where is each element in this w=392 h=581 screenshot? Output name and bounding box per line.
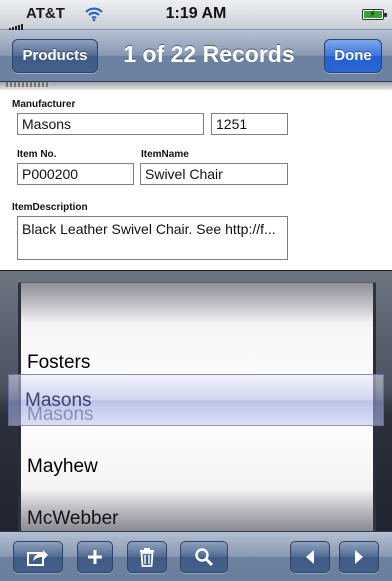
- delete-button[interactable]: [127, 541, 167, 573]
- next-icon: [355, 550, 363, 564]
- search-button[interactable]: [180, 541, 228, 573]
- previous-icon: [306, 550, 314, 564]
- manufacturer-id-field[interactable]: 1251: [211, 113, 288, 135]
- item-description-label: ItemDescription: [12, 202, 88, 213]
- record-form: Manufacturer Masons 1251 Item No. P00020…: [0, 90, 392, 270]
- add-button[interactable]: [77, 541, 113, 573]
- picker-option[interactable]: Mayhew: [21, 441, 373, 493]
- status-bar: AT&T 1:19 AM ⚡: [0, 0, 392, 31]
- next-button[interactable]: [339, 541, 379, 573]
- item-name-field[interactable]: Swivel Chair: [140, 163, 288, 185]
- products-back-button[interactable]: Products: [12, 39, 98, 73]
- picker-option[interactable]: McWebber: [21, 493, 373, 532]
- battery-icon: ⚡: [362, 9, 387, 20]
- status-time: 1:19 AM: [165, 5, 227, 22]
- manufacturer-label: Manufacturer: [12, 99, 76, 110]
- search-icon: [195, 548, 214, 567]
- previous-button[interactable]: [290, 541, 330, 573]
- add-icon: [88, 550, 102, 564]
- picker-selected-value: Masons: [25, 390, 92, 411]
- picker-selection-indicator: Masons: [8, 374, 384, 426]
- trash-icon: [140, 548, 154, 567]
- item-description-field[interactable]: Black Leather Swivel Chair. See http://f…: [17, 216, 288, 260]
- header-texture: [6, 82, 50, 87]
- page-title: 1 of 22 Records: [123, 41, 295, 67]
- manufacturer-field[interactable]: Masons: [17, 113, 204, 135]
- bottom-toolbar: [0, 531, 392, 581]
- item-no-field[interactable]: P000200: [17, 163, 134, 185]
- item-no-label: Item No.: [17, 149, 57, 160]
- done-button[interactable]: Done: [324, 39, 382, 73]
- navigation-bar: Products 1 of 22 Records Done: [0, 30, 392, 82]
- item-name-label: ItemName: [141, 149, 189, 160]
- share-icon: [27, 550, 48, 566]
- header-divider: [0, 82, 392, 90]
- share-button[interactable]: [13, 541, 63, 573]
